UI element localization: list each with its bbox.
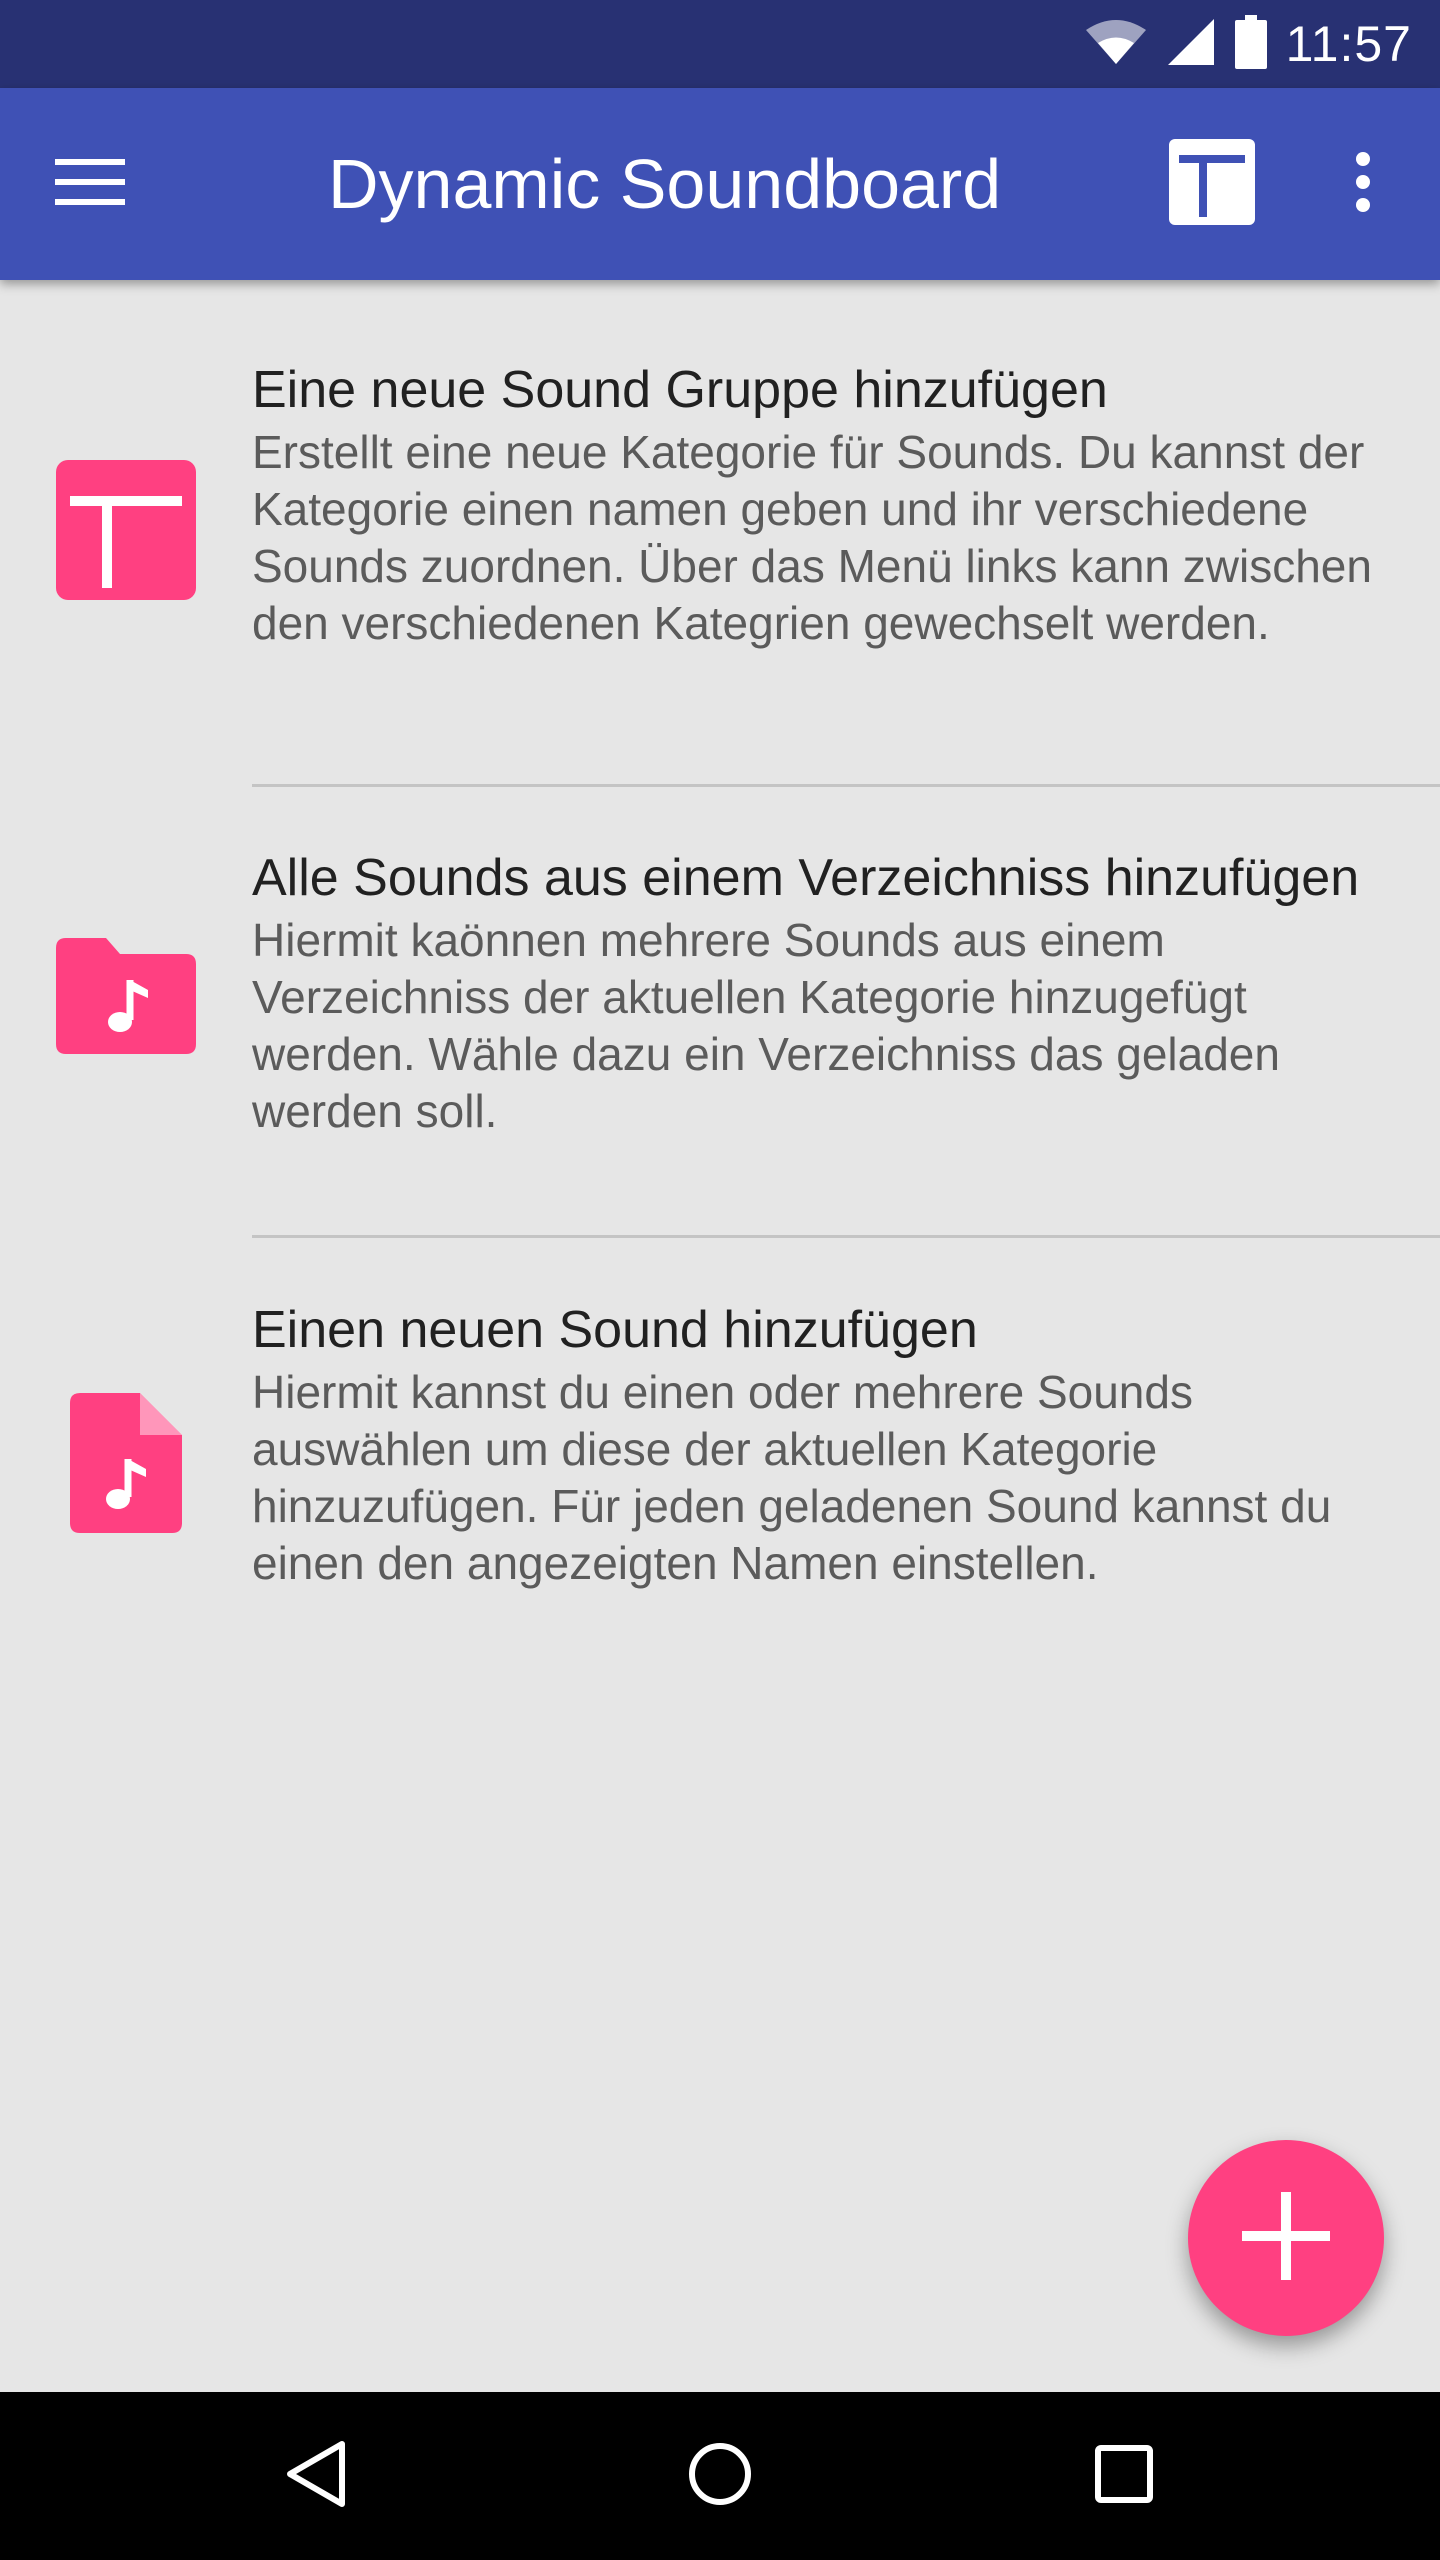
plus-icon xyxy=(1242,2191,1330,2285)
add-group-button[interactable] xyxy=(1156,134,1268,234)
list-item-add-folder[interactable]: Alle Sounds aus einem Verzeichniss hinzu… xyxy=(0,788,1440,1238)
item-title: Eine neue Sound Gruppe hinzufügen xyxy=(252,361,1108,419)
item-title: Alle Sounds aus einem Verzeichniss hinzu… xyxy=(252,849,1360,907)
app-title: Dynamic Soundboard xyxy=(328,145,1002,223)
app-bar: Dynamic Soundboard xyxy=(0,88,1440,280)
home-icon xyxy=(687,2441,753,2512)
status-bar: 11:57 xyxy=(0,0,1440,88)
battery-icon xyxy=(1234,14,1268,74)
item-text: Einen neuen Sound hinzufügen Hiermit kan… xyxy=(252,1298,1402,1592)
menu-button[interactable] xyxy=(40,134,140,234)
status-time: 11:57 xyxy=(1285,16,1412,72)
music-folder-icon xyxy=(56,938,196,1054)
recents-button[interactable] xyxy=(1074,2426,1174,2526)
recents-icon xyxy=(1094,2444,1154,2509)
item-text: Alle Sounds aus einem Verzeichniss hinzu… xyxy=(252,846,1402,1140)
list-item-add-group[interactable]: Eine neue Sound Gruppe hinzufügen Erstel… xyxy=(0,280,1440,780)
system-nav-bar xyxy=(0,2392,1440,2560)
item-description: Erstellt eine neue Kategorie für Sounds.… xyxy=(252,426,1372,649)
overflow-menu-button[interactable] xyxy=(1318,134,1408,234)
divider xyxy=(252,1235,1440,1238)
more-vert-icon xyxy=(1353,151,1373,218)
add-fab-button[interactable] xyxy=(1188,2140,1384,2336)
add-group-icon xyxy=(1169,138,1255,230)
item-description: Hiermit kaönnen mehrere Sounds aus einem… xyxy=(252,914,1280,1137)
menu-icon xyxy=(55,157,125,212)
home-button[interactable] xyxy=(670,2426,770,2526)
add-group-icon xyxy=(56,460,196,600)
signal-icon xyxy=(1166,17,1216,72)
status-icons: 11:57 xyxy=(1084,0,1412,88)
wifi-icon xyxy=(1084,18,1148,71)
divider xyxy=(252,784,1440,787)
back-icon xyxy=(284,2439,348,2514)
item-description: Hiermit kannst du einen oder mehrere Sou… xyxy=(252,1366,1332,1589)
back-button[interactable] xyxy=(266,2426,366,2526)
list-item-add-sound[interactable]: Einen neuen Sound hinzufügen Hiermit kan… xyxy=(0,1240,1440,1680)
item-text: Eine neue Sound Gruppe hinzufügen Erstel… xyxy=(252,358,1402,652)
music-file-icon xyxy=(70,1393,182,1533)
item-title: Einen neuen Sound hinzufügen xyxy=(252,1301,978,1359)
